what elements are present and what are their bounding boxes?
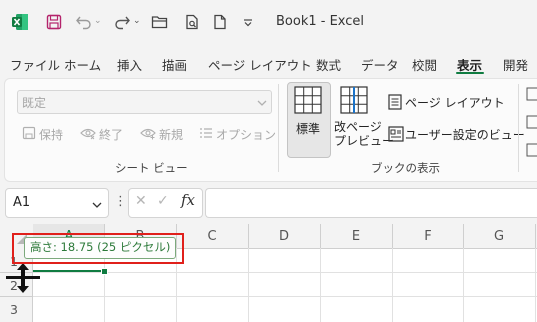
undo-icon[interactable] xyxy=(74,12,94,32)
column-header-c[interactable]: C xyxy=(176,229,248,244)
sheet-view-group-label: シート ビュー xyxy=(115,161,188,175)
page-layout-view-label: ページ レイアウト xyxy=(405,96,505,110)
window-title: Book1 - Excel xyxy=(276,14,365,29)
chevron-down-icon xyxy=(257,96,267,110)
print-preview-icon[interactable] xyxy=(182,12,202,32)
page-break-preview-label: 改ページ プレビュー xyxy=(334,120,395,148)
page-layout-icon xyxy=(388,94,402,113)
normal-view-label: 標準 xyxy=(296,122,321,136)
list-icon xyxy=(199,126,213,143)
eye-add-icon xyxy=(140,126,156,143)
open-folder-icon[interactable] xyxy=(150,12,170,32)
grid-line xyxy=(463,248,464,322)
insert-function-icon[interactable]: fx xyxy=(181,191,195,209)
grid-line xyxy=(33,272,537,273)
new-file-icon[interactable] xyxy=(210,12,230,32)
excel-logo-icon xyxy=(10,12,30,32)
enter-icon[interactable]: ✓ xyxy=(157,193,169,209)
column-header-g[interactable]: G xyxy=(463,229,535,244)
chevron-down-icon[interactable] xyxy=(92,198,102,212)
column-header-f[interactable]: F xyxy=(392,229,464,244)
view-options-label: オプション xyxy=(216,128,277,142)
formula-input[interactable] xyxy=(205,188,537,218)
active-cell-border xyxy=(33,270,104,272)
ribbon-divider xyxy=(278,84,279,172)
exit-view-button[interactable]: 終了 xyxy=(80,126,123,143)
redo-icon[interactable] xyxy=(112,12,132,32)
column-divider xyxy=(463,224,464,248)
row-resize-cursor-icon xyxy=(6,261,40,298)
grid-line xyxy=(320,248,321,322)
normal-view-icon xyxy=(294,86,322,117)
tab-developer[interactable]: 開発 xyxy=(503,55,528,74)
cancel-icon[interactable]: ✕ xyxy=(135,193,147,209)
custom-views-icon xyxy=(388,126,404,145)
row-height-tooltip: 高さ: 18.75 (25 ピクセル) xyxy=(24,237,177,259)
tab-review[interactable]: 校閲 xyxy=(412,55,437,74)
eye-exit-icon xyxy=(80,126,96,143)
tab-file[interactable]: ファイル xyxy=(10,55,60,74)
tab-page-layout[interactable]: ページ レイアウト xyxy=(208,55,312,74)
ribbon-divider xyxy=(518,84,519,172)
tab-home[interactable]: ホーム xyxy=(64,55,101,74)
tab-data[interactable]: データ xyxy=(361,55,399,74)
save-icon[interactable] xyxy=(44,12,64,32)
redo-dropdown-icon[interactable]: ⌄ xyxy=(133,16,141,26)
active-tab-indicator xyxy=(456,72,484,74)
column-header-d[interactable]: D xyxy=(248,229,320,244)
undo-dropdown-icon[interactable]: ⌄ xyxy=(94,16,102,26)
grid-line xyxy=(33,296,537,297)
more-options-icon[interactable]: ⋮ xyxy=(114,194,127,209)
workbook-views-group-label: ブックの表示 xyxy=(371,161,440,175)
tab-insert[interactable]: 挿入 xyxy=(117,55,142,74)
save-icon xyxy=(22,126,36,143)
tab-draw[interactable]: 描画 xyxy=(162,55,187,74)
name-box-value: A1 xyxy=(13,195,31,210)
column-header-e[interactable]: E xyxy=(320,229,392,244)
column-divider xyxy=(535,224,536,248)
grid-partial-icon xyxy=(526,86,537,169)
grid-line xyxy=(248,248,249,322)
view-options-button[interactable]: オプション xyxy=(199,126,276,143)
row-header-3[interactable]: 3 xyxy=(10,302,18,317)
new-view-button[interactable]: 新規 xyxy=(140,126,183,143)
keep-view-button[interactable]: 保持 xyxy=(22,126,63,143)
custom-views-label: ユーザー設定のビュー xyxy=(405,128,525,142)
customize-qat-icon[interactable] xyxy=(238,12,258,32)
sheet-view-select[interactable] xyxy=(17,90,272,114)
column-divider xyxy=(248,224,249,248)
column-divider xyxy=(392,224,393,248)
sheet-view-select-value: 既定 xyxy=(22,96,47,110)
tab-formulas[interactable]: 数式 xyxy=(316,55,341,74)
grid-line xyxy=(535,248,536,322)
fill-handle[interactable] xyxy=(101,268,108,275)
grid-line xyxy=(392,248,393,322)
column-divider xyxy=(320,224,321,248)
new-view-label: 新規 xyxy=(159,128,184,142)
exit-view-label: 終了 xyxy=(99,128,124,142)
keep-view-label: 保持 xyxy=(39,128,64,142)
page-break-preview-icon xyxy=(340,86,368,117)
